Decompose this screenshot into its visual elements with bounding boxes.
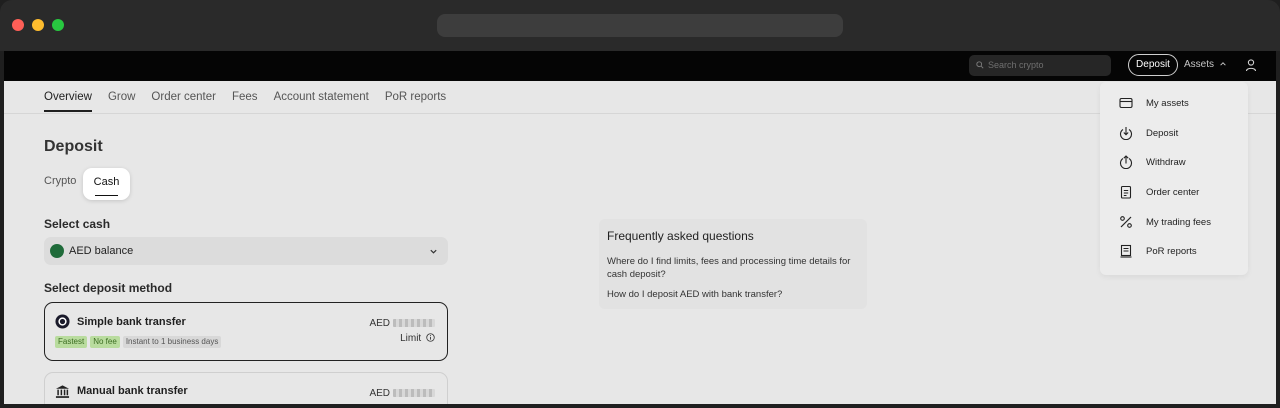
- top-navigation-bar: Search crypto Deposit Assets: [4, 51, 1276, 81]
- deposit-button[interactable]: Deposit: [1128, 54, 1178, 76]
- tab-overview[interactable]: Overview: [44, 81, 92, 114]
- deposit-method-label: Select deposit method: [44, 281, 173, 295]
- tab-account-statement[interactable]: Account statement: [274, 81, 369, 114]
- menu-item-por-reports[interactable]: PoR reports: [1100, 237, 1248, 266]
- address-bar[interactable]: [437, 14, 843, 37]
- tag-fastest: Fastest: [55, 336, 88, 348]
- tab-grow[interactable]: Grow: [108, 81, 135, 114]
- chevron-down-icon: [430, 249, 437, 254]
- menu-item-withdraw[interactable]: Withdraw: [1100, 148, 1248, 177]
- withdraw-arrow-icon: [1119, 155, 1133, 169]
- page-viewport: Search crypto Deposit Assets Overview Gr…: [4, 51, 1276, 404]
- menu-item-my-trading-fees[interactable]: My trading fees: [1100, 208, 1248, 237]
- title-bar: [0, 0, 1280, 51]
- aed-coin-icon: [50, 244, 64, 258]
- section-tabs: Overview Grow Order center Fees Account …: [44, 81, 462, 114]
- tag-processing-time: Instant to 1 business days: [122, 336, 222, 348]
- limit-label: Limit: [400, 333, 422, 344]
- faq-title: Frequently asked questions: [607, 229, 754, 243]
- method-name: Manual bank transfer: [77, 385, 188, 397]
- search-placeholder: Search crypto: [988, 60, 1044, 70]
- search-icon: [976, 61, 984, 69]
- faq-question-limits[interactable]: Where do I find limits, fees and process…: [607, 255, 862, 281]
- assets-menu-button[interactable]: Assets: [1184, 54, 1227, 76]
- close-window-button[interactable]: [12, 19, 24, 31]
- tab-fees[interactable]: Fees: [232, 81, 258, 114]
- amount-currency: AED: [369, 318, 390, 329]
- method-card-manual-bank-transfer[interactable]: Manual bank transfer AED: [44, 372, 448, 404]
- cash-select-value: AED balance: [69, 245, 134, 257]
- method-name: Simple bank transfer: [77, 316, 186, 328]
- chevron-up-icon: [1220, 62, 1226, 66]
- segment-crypto[interactable]: Crypto: [44, 175, 76, 187]
- limit-info[interactable]: Limit: [400, 333, 435, 344]
- card-icon: [1119, 97, 1133, 109]
- select-cash-label: Select cash: [44, 217, 111, 231]
- simple-transfer-icon: [55, 314, 70, 329]
- menu-item-label: Deposit: [1146, 128, 1179, 139]
- redacted-amount: [393, 319, 435, 328]
- assets-dropdown-menu: My assets Deposit Withdraw Order center …: [1100, 82, 1248, 275]
- bank-icon: [55, 385, 70, 398]
- tabs-divider: [4, 113, 1276, 114]
- page-title: Deposit: [44, 138, 103, 155]
- faq-panel: Frequently asked questions Where do I fi…: [599, 219, 867, 309]
- deposit-arrow-icon: [1119, 127, 1133, 140]
- minimize-window-button[interactable]: [32, 19, 44, 31]
- search-input[interactable]: Search crypto: [969, 55, 1111, 76]
- tab-order-center[interactable]: Order center: [151, 81, 216, 114]
- report-icon: [1120, 244, 1132, 258]
- browser-window: Search crypto Deposit Assets Overview Gr…: [0, 0, 1280, 408]
- tab-por-reports[interactable]: PoR reports: [385, 81, 446, 114]
- menu-item-label: My trading fees: [1146, 217, 1211, 228]
- clipboard-icon: [1120, 185, 1132, 199]
- menu-item-label: Order center: [1146, 187, 1200, 198]
- menu-item-my-assets[interactable]: My assets: [1100, 89, 1248, 118]
- zoom-window-button[interactable]: [52, 19, 64, 31]
- tag-no-fee: No fee: [90, 336, 120, 348]
- user-icon[interactable]: [1244, 58, 1258, 72]
- percent-icon: [1120, 216, 1132, 228]
- amount-currency: AED: [369, 388, 390, 399]
- faq-question-aed-transfer[interactable]: How do I deposit AED with bank transfer?: [607, 289, 782, 300]
- menu-item-label: Withdraw: [1146, 157, 1186, 168]
- menu-item-label: PoR reports: [1146, 246, 1197, 257]
- method-tags: Fastest No fee Instant to 1 business day…: [55, 336, 222, 348]
- cash-select[interactable]: AED balance: [44, 237, 448, 265]
- menu-item-deposit[interactable]: Deposit: [1100, 119, 1248, 148]
- redacted-amount: [393, 389, 435, 398]
- method-amount: AED: [369, 388, 435, 399]
- method-amount: AED: [369, 318, 435, 329]
- segment-cash[interactable]: Cash: [83, 168, 130, 200]
- assets-label: Assets: [1184, 59, 1215, 70]
- method-card-simple-bank-transfer[interactable]: Simple bank transfer AED Fastest No fee …: [44, 302, 448, 361]
- menu-item-label: My assets: [1146, 98, 1189, 109]
- menu-item-order-center[interactable]: Order center: [1100, 178, 1248, 207]
- info-icon: [426, 333, 435, 342]
